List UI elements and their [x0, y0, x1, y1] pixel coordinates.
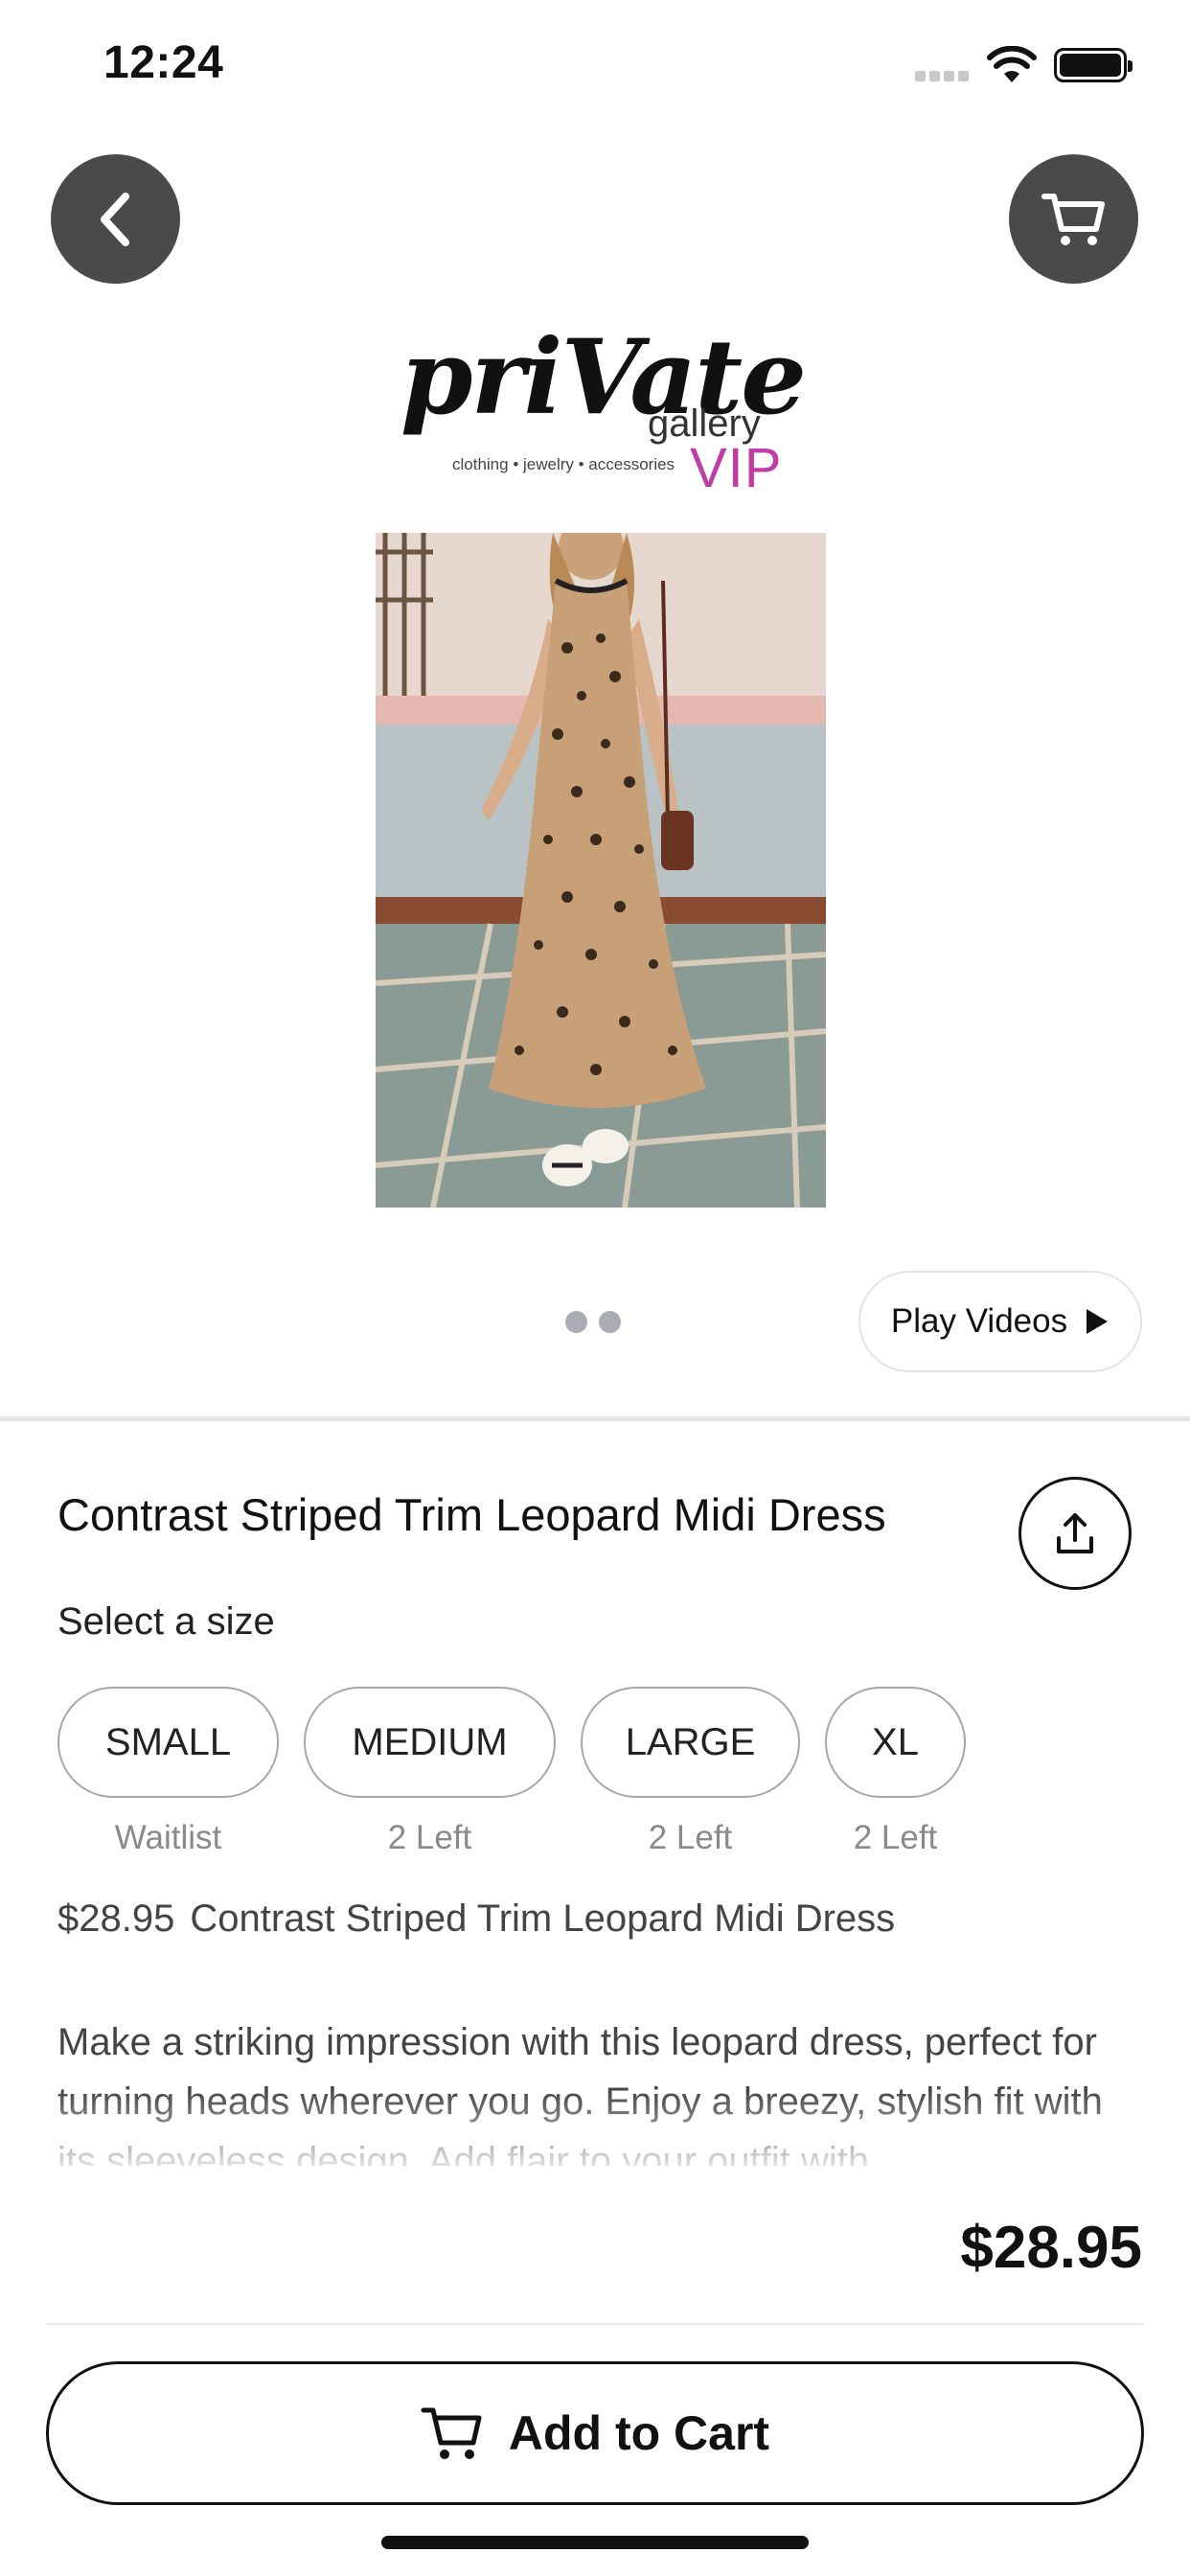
- add-to-cart-label: Add to Cart: [508, 2406, 770, 2460]
- status-time: 12:24: [103, 37, 224, 88]
- size-availability: 2 Left: [387, 1819, 472, 1856]
- cellular-signal-icon: [915, 71, 971, 82]
- play-icon: [1087, 1309, 1109, 1334]
- play-videos-button[interactable]: Play Videos: [858, 1271, 1142, 1372]
- cart-icon: [421, 2407, 482, 2459]
- cart-icon: [1041, 193, 1105, 245]
- checkout-divider: [46, 2323, 1144, 2325]
- chevron-left-icon: [100, 192, 129, 246]
- play-videos-label: Play Videos: [890, 1302, 1068, 1340]
- product-title: Contrast Striped Trim Leopard Midi Dress: [57, 1489, 886, 1540]
- section-divider: [0, 1416, 1190, 1421]
- brand-vip: VIP: [690, 437, 783, 499]
- price-value: $28.95: [57, 1898, 175, 1940]
- product-image[interactable]: [376, 533, 826, 1208]
- size-option-xl[interactable]: XL: [825, 1687, 966, 1798]
- add-to-cart-button[interactable]: Add to Cart: [46, 2361, 1144, 2505]
- carousel-dot[interactable]: [599, 1311, 621, 1333]
- total-price: $28.95: [960, 2215, 1142, 2281]
- carousel-page-indicator[interactable]: [565, 1311, 621, 1333]
- cart-button[interactable]: [1009, 154, 1138, 284]
- description-fade: [0, 2089, 1190, 2175]
- share-button[interactable]: [1018, 1477, 1132, 1590]
- size-option-medium[interactable]: MEDIUM: [304, 1687, 556, 1798]
- size-availability: 2 Left: [853, 1819, 938, 1856]
- size-option-small[interactable]: SMALL: [57, 1687, 279, 1798]
- back-button[interactable]: [51, 154, 180, 284]
- size-option-large[interactable]: LARGE: [581, 1687, 800, 1798]
- price-line: $28.95 Contrast Striped Trim Leopard Midi…: [57, 1898, 895, 1941]
- select-size-label: Select a size: [57, 1600, 275, 1643]
- home-indicator[interactable]: [381, 2536, 809, 2549]
- battery-icon: [1054, 48, 1133, 82]
- share-icon: [1057, 1513, 1093, 1553]
- size-availability: Waitlist: [114, 1819, 222, 1856]
- brand-tagline: clothing • jewelry • accessories: [452, 455, 675, 473]
- price-product-name: Contrast Striped Trim Leopard Midi Dress: [190, 1898, 896, 1940]
- size-availability: 2 Left: [648, 1819, 733, 1856]
- wifi-icon: [987, 46, 1037, 82]
- carousel-dot[interactable]: [565, 1311, 587, 1333]
- brand-logo: priVate gallery clothing • jewelry • acc…: [400, 326, 807, 508]
